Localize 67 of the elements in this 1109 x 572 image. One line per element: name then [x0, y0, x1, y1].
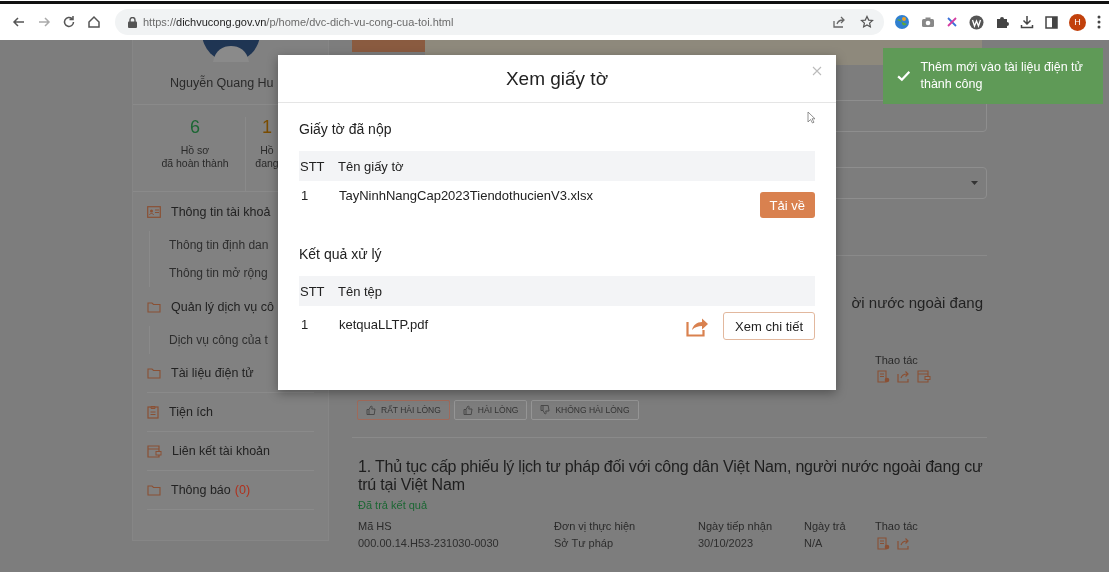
column-header: Tên giấy tờ — [338, 158, 404, 174]
camera-icon[interactable] — [921, 15, 935, 29]
wallet-icon — [147, 444, 162, 458]
view-details-button[interactable]: Xem chi tiết — [723, 312, 815, 340]
stat-count: 1 — [261, 117, 273, 138]
caret-icon — [971, 181, 978, 185]
rating-button[interactable]: KHÔNG HÀI LÒNG — [531, 400, 639, 420]
field-label: Thao tác — [875, 354, 919, 366]
back-icon[interactable] — [12, 15, 26, 29]
profile-avatar[interactable]: H — [1069, 13, 1086, 31]
id-card-icon — [147, 205, 161, 218]
stat-label: đang — [254, 157, 280, 170]
field-value: 30/10/2023 — [698, 537, 755, 549]
field-label: Ngày trả — [804, 520, 847, 532]
clipboard-icon — [147, 405, 159, 419]
notification-count: (0) — [234, 483, 251, 497]
address-bar[interactable]: https://dichvucong.gov.vn/p/home/dvc-dich-vu-cong-cua-toi.html — [115, 9, 884, 35]
column-header: STT — [299, 158, 326, 174]
file-name: ketquaLLTP.pdf — [339, 316, 429, 332]
status-text: Đã trả kết quả — [357, 499, 429, 511]
stat-label: Hồ sơ — [179, 144, 211, 157]
procedure-title: ời nước ngoài đang — [850, 294, 984, 313]
rating-button[interactable]: HÀI LÒNG — [453, 400, 528, 420]
reload-icon[interactable] — [62, 15, 76, 29]
folder-icon — [147, 484, 161, 496]
field-label: Mã HS — [358, 520, 393, 532]
folder-icon — [147, 300, 161, 313]
field-value: Sở Tư pháp — [554, 537, 615, 549]
field-label: Thao tác — [875, 520, 918, 532]
thumbs-up-icon — [462, 405, 473, 415]
field-label: Đơn vị thực hiện — [554, 520, 637, 532]
share-icon[interactable] — [832, 15, 846, 29]
sidebar-menu-item[interactable]: Liên kết tài khoản — [147, 432, 314, 471]
home-icon[interactable] — [87, 15, 101, 29]
globe-icon[interactable] — [894, 14, 910, 30]
field-value: N/A — [804, 537, 824, 549]
stat-label: đã hoàn thành — [160, 157, 230, 170]
star-icon[interactable] — [860, 15, 874, 29]
user-name: Nguyễn Quang Hu — [169, 76, 275, 90]
lock-icon — [128, 16, 137, 28]
rating-button[interactable]: RẤT HÀI LÒNG — [357, 400, 450, 420]
file-name: TayNinhNangCap2023TiendothucienV3.xlsx — [339, 187, 593, 203]
field-label: Ngày tiếp nhận — [698, 520, 773, 532]
side-panel-icon[interactable] — [1045, 15, 1058, 29]
table-cell-text: 1 — [300, 187, 310, 203]
thumbs-down-icon — [540, 405, 551, 415]
sidebar-menu-item[interactable]: Thông báo (0) — [147, 471, 314, 510]
procedure-title: 1. Thủ tục cấp phiếu lý lịch tư pháp đối với công dân Việt Nam, người nước ngoài đang cư trú tại Việt Nam — [357, 458, 984, 494]
puzzle-icon[interactable] — [995, 15, 1009, 29]
checkmark-icon — [897, 69, 911, 83]
dialog-title: Xem giấy tờ — [505, 67, 609, 90]
section-heading: Giấy tờ đã nộp — [299, 121, 393, 137]
kebab-menu-icon[interactable] — [1097, 15, 1101, 29]
thumbs-up-icon — [366, 405, 376, 415]
column-header: Tên tệp — [338, 283, 383, 299]
download-icon[interactable] — [1020, 15, 1034, 29]
toast-message: Thêm mới vào tài liệu điện tử thành công — [920, 59, 1084, 93]
w-circle-icon[interactable] — [969, 14, 984, 30]
stat-count: 6 — [189, 117, 201, 138]
folder-icon — [147, 367, 161, 379]
x-icon[interactable] — [946, 16, 958, 28]
mouse-cursor-icon — [807, 111, 816, 124]
url-text: https://dichvucong.gov.vn/p/home/dvc-dich-vu-cong-cua-toi.html — [143, 16, 454, 28]
field-value: 000.00.14.H53-231030-0030 — [358, 537, 500, 549]
stat-label: Hồ — [259, 144, 275, 157]
download-button[interactable]: Tải về — [759, 192, 815, 218]
sidebar-menu-item[interactable]: Tiện ích — [147, 393, 314, 432]
